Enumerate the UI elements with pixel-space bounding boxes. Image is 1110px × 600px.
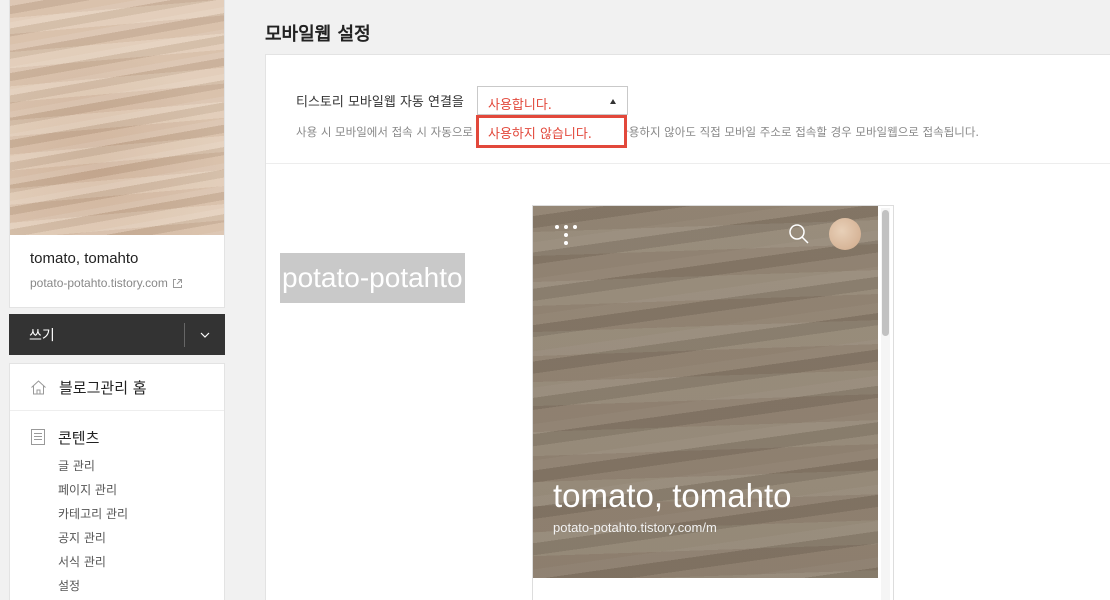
preview-scroll-thumb[interactable]	[882, 210, 889, 336]
blog-name-tag: potato-potahto	[280, 253, 465, 303]
mobile-auto-link-select[interactable]: 사용합니다.	[477, 86, 628, 115]
caret-up-icon	[610, 99, 616, 104]
mobile-preview: tomato, tomahto potato-potahto.tistory.c…	[532, 205, 894, 600]
mobile-auto-link-label: 티스토리 모바일웹 자동 연결을	[296, 95, 464, 110]
menu-content-label: 콘텐츠	[58, 428, 100, 447]
blog-url-text[interactable]: potato-potahto.tistory.com	[30, 276, 168, 290]
avatar	[829, 218, 861, 250]
panel-divider	[266, 163, 1110, 164]
chevron-down-icon	[200, 332, 210, 338]
blog-name[interactable]: tomato, tomahto	[30, 250, 138, 267]
submenu-item-pages[interactable]: 페이지 관리	[58, 478, 224, 502]
mobile-preview-screen: tomato, tomahto potato-potahto.tistory.c…	[533, 206, 878, 578]
submenu-item-templates[interactable]: 서식 관리	[58, 550, 224, 574]
preview-scrollbar[interactable]	[881, 208, 890, 600]
write-options-button[interactable]	[185, 314, 225, 355]
menu-item-content[interactable]: 콘텐츠	[30, 426, 224, 448]
menu-item-home[interactable]: 블로그관리 홈	[10, 364, 224, 411]
content-submenu: 글 관리 페이지 관리 카테고리 관리 공지 관리 서식 관리 설정	[30, 454, 224, 598]
submenu-item-categories[interactable]: 카테고리 관리	[58, 502, 224, 526]
search-icon	[789, 224, 809, 244]
blog-url-link[interactable]: potato-potahto.tistory.com	[30, 276, 183, 290]
external-link-icon[interactable]	[172, 278, 183, 289]
blog-cover-image[interactable]	[10, 0, 224, 235]
write-bar: 쓰기	[9, 314, 225, 355]
help-text: 사용 시 모바일에서 접속 시 자동으로 모바일웹 주소로 연결됩니다. 사용하…	[296, 125, 980, 139]
menu-home-label: 블로그관리 홈	[59, 378, 147, 397]
preview-blog-url: potato-potahto.tistory.com/m	[553, 520, 717, 535]
admin-menu: 블로그관리 홈 콘텐츠 글 관리 페이지 관리 카테고리 관리 공지 관리 서식…	[9, 363, 225, 600]
dropdown-option-disable[interactable]: 사용하지 않습니다.	[476, 115, 627, 148]
tistory-logo-icon	[555, 225, 577, 247]
write-button[interactable]: 쓰기	[9, 325, 184, 345]
profile-card: tomato, tomahto potato-potahto.tistory.c…	[9, 0, 225, 308]
menu-section-content: 콘텐츠 글 관리 페이지 관리 카테고리 관리 공지 관리 서식 관리 설정	[10, 411, 224, 598]
submenu-item-posts[interactable]: 글 관리	[58, 454, 224, 478]
preview-blog-name: tomato, tomahto	[553, 477, 792, 514]
select-current-value: 사용합니다.	[488, 98, 552, 113]
submenu-item-settings[interactable]: 설정	[58, 574, 224, 598]
settings-panel: 티스토리 모바일웹 자동 연결을 사용합니다. 사용 시 모바일에서 접속 시 …	[265, 54, 1110, 600]
submenu-item-notices[interactable]: 공지 관리	[58, 526, 224, 550]
home-icon	[31, 379, 46, 394]
page-title: 모바일웹 설정	[265, 24, 371, 45]
document-icon	[31, 429, 45, 445]
